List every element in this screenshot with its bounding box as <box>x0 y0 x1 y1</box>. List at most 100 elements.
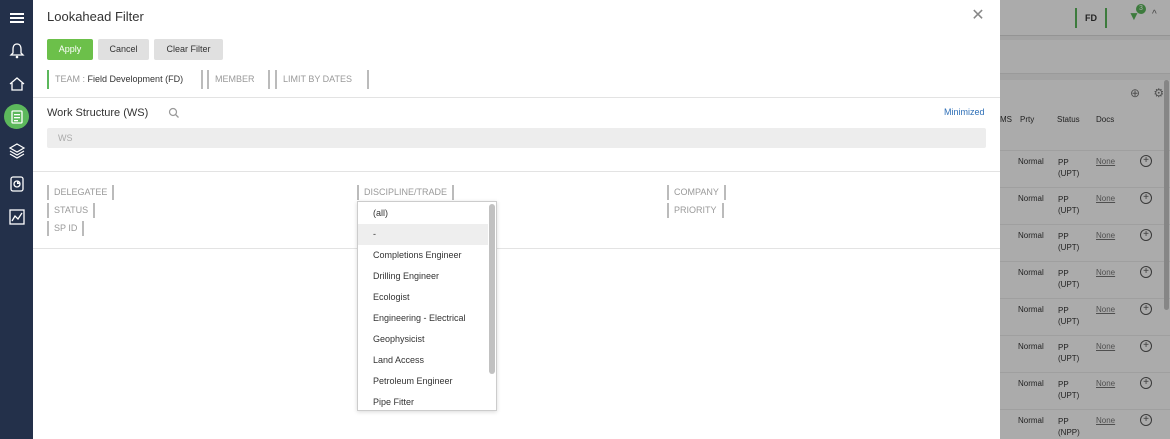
member-chip[interactable]: MEMBER <box>207 70 270 89</box>
row-docs-link[interactable]: None <box>1096 379 1115 388</box>
layers-icon[interactable] <box>6 140 27 161</box>
row-priority: Normal <box>1018 416 1044 425</box>
row-priority: Normal <box>1018 305 1044 314</box>
team-badge[interactable]: FD <box>1075 8 1107 28</box>
row-priority: Normal <box>1018 268 1044 277</box>
add-icon[interactable]: + <box>1140 303 1152 315</box>
apply-button[interactable]: Apply <box>47 39 93 60</box>
row-status: PP (UPT) <box>1058 342 1079 364</box>
add-icon[interactable]: + <box>1140 229 1152 241</box>
add-icon[interactable]: + <box>1140 192 1152 204</box>
sp-id-filter[interactable]: SP ID <box>47 221 85 236</box>
dropdown-option[interactable]: - <box>358 224 488 245</box>
dates-label: LIMIT BY DATES <box>283 74 353 84</box>
row-priority: Normal <box>1018 379 1044 388</box>
status-code: PP <box>1058 195 1069 204</box>
lookahead-icon[interactable] <box>4 104 29 129</box>
discipline-dropdown[interactable]: (all) - Completions Engineer Drilling En… <box>357 201 497 411</box>
add-icon[interactable]: + <box>1140 340 1152 352</box>
dropdown-option[interactable]: Completions Engineer <box>358 245 488 266</box>
delegatee-filter[interactable]: DELEGATEE <box>47 185 115 200</box>
team-value: Field Development (FD) <box>87 74 184 84</box>
row-docs-link[interactable]: None <box>1096 268 1115 277</box>
add-icon[interactable]: + <box>1140 377 1152 389</box>
bg-topbar: FD ▼ 3 ^ <box>1000 0 1170 36</box>
settings-icon[interactable]: ⚙ <box>1153 86 1164 100</box>
status-sub: (UPT) <box>1058 317 1080 326</box>
table-row[interactable]: Normal PP (UPT) None + <box>1000 187 1170 224</box>
chip-bracket <box>207 70 209 89</box>
table-row[interactable]: Normal PP (UPT) None + <box>1000 224 1170 261</box>
home-icon[interactable] <box>6 73 27 94</box>
left-nav <box>0 0 33 439</box>
add-icon[interactable]: + <box>1140 414 1152 426</box>
table-row[interactable]: Normal PP (UPT) None + <box>1000 335 1170 372</box>
table-row[interactable]: Normal PP (NPP) None + <box>1000 409 1170 439</box>
row-status: PP (UPT) <box>1058 157 1079 179</box>
dropdown-option[interactable]: (all) <box>358 203 488 224</box>
row-docs-link[interactable]: None <box>1096 305 1115 314</box>
chevron-up-icon[interactable]: ^ <box>1152 9 1157 20</box>
row-priority: Normal <box>1018 194 1044 203</box>
add-icon[interactable]: + <box>1140 155 1152 167</box>
add-column-icon[interactable]: ⊕ <box>1130 86 1140 100</box>
row-docs-link[interactable]: None <box>1096 157 1115 166</box>
menu-icon[interactable] <box>6 7 27 28</box>
status-sub: (UPT) <box>1058 354 1080 363</box>
bell-icon[interactable] <box>6 40 27 61</box>
table-row[interactable]: Normal PP (UPT) None + <box>1000 372 1170 409</box>
cancel-button[interactable]: Cancel <box>98 39 149 60</box>
col-ms: MS <box>1000 115 1012 124</box>
status-sub: (UPT) <box>1058 169 1080 178</box>
chip-bracket <box>201 70 203 89</box>
dropdown-option[interactable]: Pipe Fitter <box>358 392 488 410</box>
status-code: PP <box>1058 232 1069 241</box>
status-code: PP <box>1058 417 1069 426</box>
row-priority: Normal <box>1018 157 1044 166</box>
table-row[interactable]: Normal PP (UPT) None + <box>1000 261 1170 298</box>
row-docs-link[interactable]: None <box>1096 231 1115 240</box>
bg-scrollbar[interactable] <box>1164 80 1169 310</box>
team-label: TEAM : <box>55 74 86 84</box>
row-status: PP (NPP) <box>1058 416 1080 438</box>
status-sub: (UPT) <box>1058 391 1080 400</box>
status-sub: (UPT) <box>1058 280 1080 289</box>
dropdown-scrollbar[interactable] <box>489 204 495 374</box>
chart-icon[interactable] <box>6 206 27 227</box>
close-icon[interactable]: ✕ <box>971 8 985 24</box>
report-icon[interactable] <box>6 173 27 194</box>
row-docs-link[interactable]: None <box>1096 194 1115 203</box>
row-priority: Normal <box>1018 231 1044 240</box>
col-status: Status <box>1057 115 1080 124</box>
search-icon[interactable] <box>168 107 180 119</box>
status-filter[interactable]: STATUS <box>47 203 96 218</box>
ws-input[interactable]: WS <box>47 128 986 148</box>
background-app: FD ▼ 3 ^ ⊕ ⚙ MS Prty Status Docs Normal … <box>1000 0 1170 439</box>
dropdown-option[interactable]: Geophysicist <box>358 329 488 350</box>
team-chip[interactable]: TEAM : Field Development (FD) <box>47 70 203 89</box>
filter-count-badge: 3 <box>1136 4 1146 14</box>
add-icon[interactable]: + <box>1140 266 1152 278</box>
divider <box>33 97 1000 98</box>
priority-filter[interactable]: PRIORITY <box>667 203 724 218</box>
bg-band <box>1000 40 1170 74</box>
limit-by-dates-chip[interactable]: LIMIT BY DATES <box>275 70 369 89</box>
divider <box>33 171 1000 172</box>
modal-title: Lookahead Filter <box>47 9 144 24</box>
dropdown-option[interactable]: Ecologist <box>358 287 488 308</box>
dropdown-option[interactable]: Drilling Engineer <box>358 266 488 287</box>
dropdown-option[interactable]: Petroleum Engineer <box>358 371 488 392</box>
clear-filter-button[interactable]: Clear Filter <box>154 39 223 60</box>
minimized-link[interactable]: Minimized <box>944 107 985 117</box>
row-docs-link[interactable]: None <box>1096 416 1115 425</box>
table-row[interactable]: Normal PP (UPT) None + <box>1000 150 1170 187</box>
work-structure-title: Work Structure (WS) <box>47 107 149 119</box>
chip-bracket <box>268 70 270 89</box>
discipline-trade-filter[interactable]: DISCIPLINE/TRADE <box>357 185 455 200</box>
table-row[interactable]: Normal PP (UPT) None + <box>1000 298 1170 335</box>
row-docs-link[interactable]: None <box>1096 342 1115 351</box>
dropdown-option[interactable]: Engineering - Electrical <box>358 308 488 329</box>
member-label: MEMBER <box>215 74 255 84</box>
company-filter[interactable]: COMPANY <box>667 185 726 200</box>
dropdown-option[interactable]: Land Access <box>358 350 488 371</box>
